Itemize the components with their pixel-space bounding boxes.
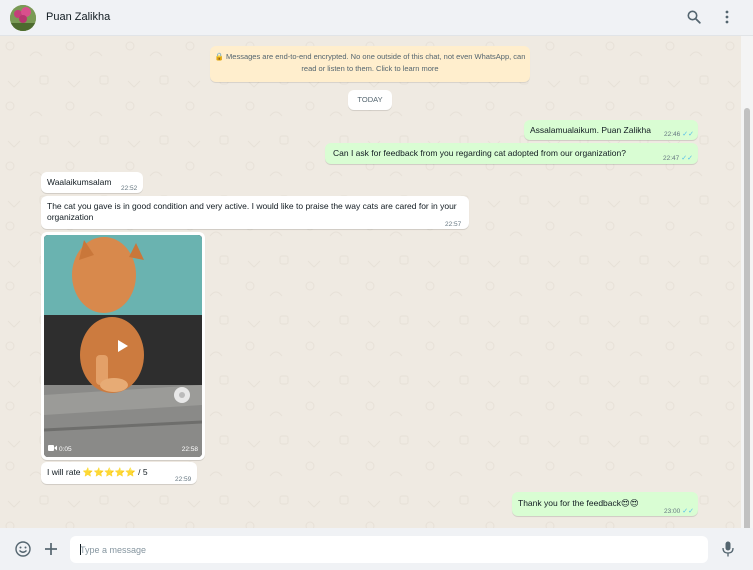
message-bubble-incoming[interactable]: Waalaikumsalam 22:52 (41, 172, 143, 193)
emoji-icon[interactable] (14, 540, 32, 558)
message-time: 23:00 ✓✓ (664, 506, 694, 517)
mic-icon[interactable] (719, 540, 737, 558)
chat-header: Puan Zalikha (0, 0, 753, 36)
message-text: Assalamualaikum. Puan Zalikha (530, 125, 651, 135)
chat-pane[interactable]: 🔒 Messages are end-to-end encrypted. No … (0, 36, 741, 528)
message-bubble-outgoing[interactable]: Thank you for the feedback😍😍 23:00 ✓✓ (512, 492, 698, 516)
message-text: The cat you gave is in good condition an… (47, 201, 457, 222)
attach-icon[interactable] (42, 540, 60, 558)
message-time: 22:47 ✓✓ (663, 153, 693, 164)
message-time: 22:46 ✓✓ (664, 129, 694, 140)
time-text: 22:46 (664, 131, 681, 138)
message-bubble-incoming[interactable]: I will rate ⭐⭐⭐⭐⭐ / 5 22:59 (41, 462, 197, 484)
scrollbar[interactable] (741, 36, 753, 556)
read-ticks-icon: ✓✓ (681, 155, 694, 162)
message-text: I will rate ⭐⭐⭐⭐⭐ / 5 (47, 467, 148, 477)
composer-bar (0, 528, 753, 570)
message-time: 22:58 (181, 446, 198, 453)
search-icon[interactable] (685, 8, 703, 26)
message-text: Can I ask for feedback from you regardin… (333, 148, 626, 158)
scrollbar-thumb[interactable] (744, 108, 750, 556)
message-text: Waalaikumsalam (47, 177, 112, 187)
message-time: 22:52 (121, 185, 138, 192)
message-input[interactable] (70, 536, 708, 563)
text-caret (80, 544, 81, 555)
message-time: 22:57 (445, 221, 462, 228)
message-bubble-incoming[interactable]: The cat you gave is in good condition an… (41, 196, 469, 229)
contact-name[interactable]: Puan Zalikha (46, 11, 110, 23)
avatar[interactable] (10, 5, 36, 31)
play-icon[interactable] (113, 336, 133, 356)
read-ticks-icon: ✓✓ (682, 508, 695, 515)
menu-icon[interactable] (718, 8, 736, 26)
video-camera-icon (48, 445, 57, 453)
video-thumbnail[interactable]: 0:05 22:58 (44, 235, 202, 457)
time-text: 23:00 (664, 508, 681, 515)
video-message[interactable]: 0:05 22:58 (41, 232, 205, 460)
message-bubble-outgoing[interactable]: Assalamualaikum. Puan Zalikha 22:46 ✓✓ (524, 120, 698, 140)
video-duration: 0:05 (48, 445, 72, 453)
message-time: 22:59 (175, 476, 192, 483)
date-divider: TODAY (348, 90, 392, 110)
message-text: Thank you for the feedback😍😍 (518, 498, 639, 508)
time-text: 22:47 (663, 155, 680, 162)
encryption-notice[interactable]: 🔒 Messages are end-to-end encrypted. No … (210, 46, 530, 82)
read-ticks-icon: ✓✓ (682, 131, 695, 138)
message-bubble-outgoing[interactable]: Can I ask for feedback from you regardin… (325, 143, 698, 164)
duration-text: 0:05 (59, 445, 72, 453)
